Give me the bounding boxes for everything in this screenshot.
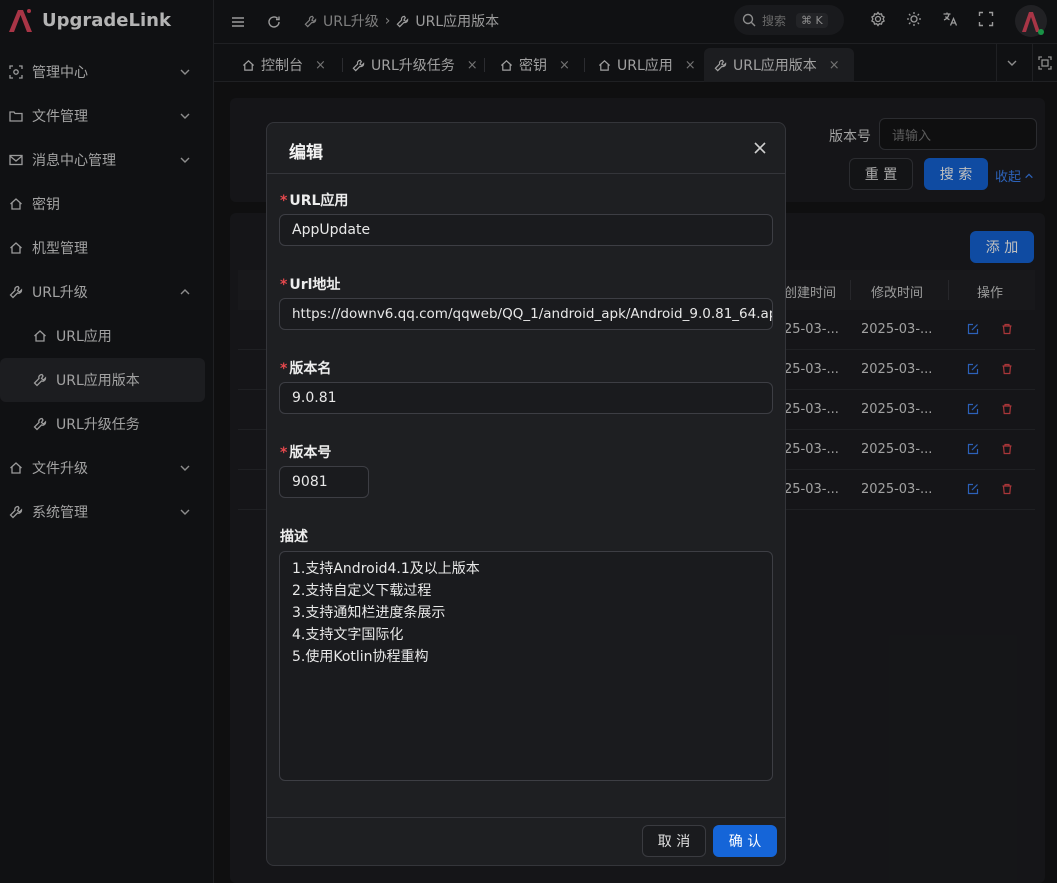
version-code-input[interactable]: 9081	[279, 466, 369, 498]
required-mark: *	[280, 193, 288, 209]
description-line: 4.支持文字国际化	[292, 627, 404, 643]
field-label-text: 版本号	[289, 445, 332, 461]
field-label-version-code: * 版本号	[280, 442, 331, 462]
description-line: 1.支持Android4.1及以上版本	[292, 561, 480, 577]
url-app-select[interactable]: AppUpdate	[279, 214, 773, 246]
cancel-button[interactable]: 取 消	[642, 825, 706, 857]
field-label-url-app: * URL应用	[280, 190, 348, 210]
description-textarea[interactable]: 1.支持Android4.1及以上版本 2.支持自定义下载过程 3.支持通知栏进…	[279, 551, 773, 781]
required-mark: *	[280, 445, 288, 461]
description-line: 2.支持自定义下载过程	[292, 583, 432, 599]
version-name-input[interactable]: 9.0.81	[279, 382, 773, 414]
required-mark: *	[280, 277, 288, 293]
field-label-text: 版本名	[289, 361, 332, 377]
required-mark: *	[280, 361, 288, 377]
dialog-header-divider	[267, 173, 785, 174]
dialog-footer-divider	[267, 817, 785, 818]
field-label-text: URL应用	[289, 193, 349, 209]
url-input[interactable]: https://downv6.qq.com/qqweb/QQ_1/android…	[279, 298, 773, 330]
dialog-title: 编辑	[289, 143, 323, 163]
field-label-description: 描述	[280, 529, 308, 545]
description-line: 5.使用Kotlin协程重构	[292, 649, 429, 665]
confirm-button[interactable]: 确 认	[713, 825, 777, 857]
field-label-version-name: * 版本名	[280, 358, 331, 378]
description-line: 3.支持通知栏进度条展示	[292, 605, 446, 621]
field-label-text: Url地址	[289, 277, 341, 293]
field-label-url: * Url地址	[280, 274, 340, 294]
edit-dialog: 编辑 * URL应用 AppUpdate * Url地址 https://downv…	[266, 122, 786, 866]
close-icon[interactable]	[753, 141, 767, 155]
